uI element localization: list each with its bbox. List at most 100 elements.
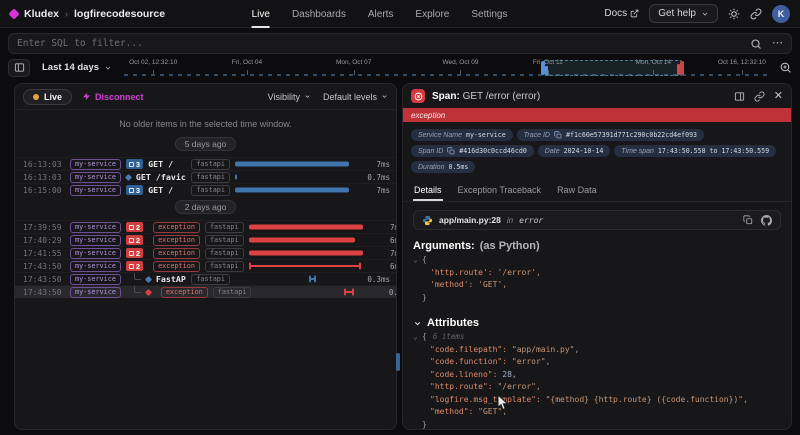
timeline-zoom-button[interactable] — [779, 61, 792, 74]
duration-lane — [249, 248, 367, 259]
live-toggle[interactable]: Live — [23, 89, 72, 105]
copy-link-icon[interactable] — [754, 91, 765, 102]
span-count-badge[interactable]: 3 — [126, 159, 143, 169]
detail-tab-details[interactable]: Details — [413, 180, 443, 201]
trace-row[interactable]: 17:43:50my-serviceGET /error (error)exce… — [15, 285, 396, 298]
meta-badge-service-name[interactable]: Service Namemy-service — [411, 129, 513, 141]
meta-badge-time-span[interactable]: Time span17:43:50.558 to 17:43:50.559 — [614, 145, 776, 157]
close-icon[interactable]: ✕ — [774, 91, 783, 102]
span-count-badge[interactable]: 2 — [126, 261, 143, 271]
share-link-button[interactable] — [750, 8, 762, 20]
span-count-badge[interactable]: 3 — [126, 185, 143, 195]
trace-row[interactable]: 17:43:50my-service2GET /errorexceptionfa… — [15, 259, 396, 272]
meta-value: 2024-10-14 — [564, 147, 604, 155]
tag-exception[interactable]: exception — [161, 287, 208, 298]
tab-alerts[interactable]: Alerts — [368, 0, 394, 28]
default-levels-dropdown[interactable]: Default levels — [323, 92, 388, 102]
collapse-chevron-icon[interactable]: ⌄ — [413, 331, 422, 344]
trace-row[interactable]: 16:13:03my-serviceGET /favicon.icofastap… — [15, 170, 396, 183]
selection-end-handle[interactable] — [680, 61, 684, 75]
panel-view-icon[interactable] — [734, 91, 745, 102]
trace-row[interactable]: 17:40:29my-service2GET /errorexceptionfa… — [15, 233, 396, 246]
tab-live[interactable]: Live — [252, 0, 270, 28]
tag-fastapi[interactable]: fastapi — [205, 222, 244, 233]
meta-badge-duration[interactable]: Duration0.5ms — [411, 161, 475, 173]
span-count-badge[interactable]: 2 — [126, 248, 143, 258]
tab-explore[interactable]: Explore — [415, 0, 449, 28]
tag-exception[interactable]: exception — [153, 248, 200, 259]
section-chevron-icon[interactable] — [413, 319, 422, 328]
detail-tab-raw-data[interactable]: Raw Data — [556, 180, 598, 201]
visibility-dropdown[interactable]: Visibility — [268, 92, 311, 102]
breadcrumb-project[interactable]: logfirecodesource — [74, 8, 165, 20]
code-key: "logfire.msg_template": — [430, 394, 541, 407]
tab-settings[interactable]: Settings — [471, 0, 507, 28]
breadcrumb-org[interactable]: Kludex — [24, 8, 59, 20]
timeline-activity-mark — [677, 64, 680, 75]
meta-badge-span-id[interactable]: Span ID#416d30c0ccd46cd0 — [411, 145, 534, 157]
tag-fastapi[interactable]: fastapi — [205, 248, 244, 259]
tag-fastapi[interactable]: fastapi — [191, 185, 230, 196]
meta-badge-trace-id[interactable]: Trace ID#f1c60e57391d771c290c0b22cd4ef09… — [517, 129, 704, 141]
timeline-selection[interactable] — [543, 60, 681, 76]
tag-exception[interactable]: exception — [153, 222, 200, 233]
arguments-heading: Arguments: (as Python) — [413, 240, 781, 252]
meta-value: 17:43:50.558 to 17:43:50.559 — [658, 147, 769, 155]
search-icon[interactable] — [750, 38, 762, 50]
sql-filter-input[interactable] — [17, 38, 740, 49]
logfire-logo-icon[interactable] — [8, 8, 19, 19]
disconnect-button[interactable]: Disconnect — [82, 92, 144, 102]
docs-link[interactable]: Docs — [604, 8, 639, 19]
trace-row[interactable]: 17:41:55my-service2GET /errorexceptionfa… — [15, 246, 396, 259]
timeline-tick-label: Fri, Oct 04 — [232, 59, 262, 66]
theme-toggle-button[interactable] — [728, 8, 740, 20]
panel-resize-handle[interactable] — [396, 353, 400, 371]
tab-dashboards[interactable]: Dashboards — [292, 0, 346, 28]
time-range-selector[interactable]: Last 14 days — [36, 60, 118, 75]
service-tag: my-service — [70, 274, 121, 285]
trace-row[interactable]: 16:15:00my-service3GET /fastapi7ms — [15, 183, 396, 196]
more-options-icon[interactable]: ⋯ — [772, 38, 783, 49]
avatar[interactable]: K — [772, 5, 790, 23]
time-range-label: Last 14 days — [42, 62, 99, 73]
tag-exception[interactable]: exception — [153, 235, 200, 246]
trace-row[interactable]: 16:13:03my-service3GET /fastapi7ms — [15, 157, 396, 170]
trace-row[interactable]: 17:43:50my-serviceFastAPI argumentsfasta… — [15, 272, 396, 285]
meta-value: #416d30c0ccd46cd0 — [459, 147, 527, 155]
meta-badge-date[interactable]: Date2024-10-14 — [538, 145, 611, 157]
span-title-text: GET /error (error) — [463, 91, 541, 102]
trace-list: 5 days ago16:13:03my-service3GET /fastap… — [15, 133, 396, 298]
span-kind-label: Span: — [432, 91, 460, 102]
default-levels-label: Default levels — [323, 92, 377, 102]
span-count-badge[interactable]: 2 — [126, 235, 143, 245]
collapse-chevron-icon[interactable]: ⌄ — [413, 254, 422, 267]
duration-lane — [249, 222, 367, 233]
detail-tab-exception-traceback[interactable]: Exception Traceback — [457, 180, 543, 201]
nav-right: Docs Get help K — [604, 4, 790, 23]
row-duration: 7ms — [372, 223, 397, 232]
row-duration: 7ms — [358, 160, 390, 169]
github-icon[interactable] — [761, 215, 772, 226]
trace-row[interactable]: 17:39:59my-service2GET /errorexceptionfa… — [15, 220, 396, 233]
tag-exception[interactable]: exception — [153, 261, 200, 272]
code-location-box[interactable]: app/main.py:28 in error — [413, 210, 781, 230]
service-tag: my-service — [70, 172, 121, 183]
span-count-badge[interactable]: 2 — [126, 222, 143, 232]
copy-icon[interactable] — [447, 147, 455, 155]
tag-fastapi[interactable]: fastapi — [191, 159, 230, 170]
copy-icon[interactable] — [743, 215, 753, 225]
row-duration: 6ms — [372, 262, 397, 271]
row-timestamp: 17:43:50 — [23, 262, 65, 271]
tag-fastapi[interactable]: fastapi — [191, 274, 230, 285]
breadcrumb: Kludex › logfirecodesource — [10, 8, 165, 20]
tag-fastapi[interactable]: fastapi — [205, 235, 244, 246]
tag-fastapi[interactable]: fastapi — [205, 261, 244, 272]
get-help-button[interactable]: Get help — [649, 4, 718, 23]
tag-fastapi[interactable]: fastapi — [213, 287, 252, 298]
close-brace: } — [422, 419, 427, 430]
duration-lane — [249, 235, 367, 246]
sidebar-toggle-button[interactable] — [8, 59, 30, 77]
copy-icon[interactable] — [554, 131, 562, 139]
tag-fastapi[interactable]: fastapi — [191, 172, 230, 183]
timeline[interactable]: Oct 02, 12:32:10Fri, Oct 04Mon, Oct 07We… — [124, 59, 771, 77]
